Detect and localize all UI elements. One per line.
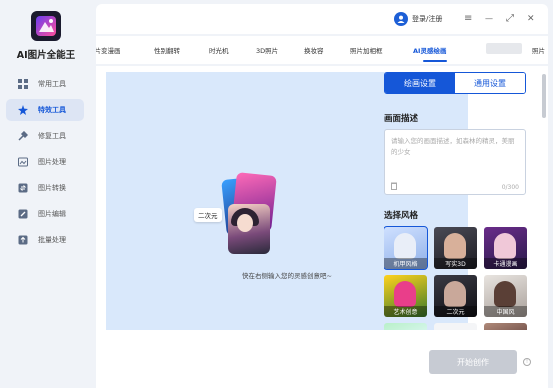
repair-icon (18, 131, 28, 141)
desc-title: 画面描述 (384, 114, 419, 124)
sample-face (237, 214, 253, 232)
style-option-mecha[interactable]: 机甲风格 (384, 226, 428, 270)
style-badge: 二次元 (194, 208, 222, 222)
tab-placeholder (486, 43, 522, 54)
tab-painting-settings[interactable]: 绘画设置 (385, 73, 455, 93)
feature-tabs: 照片变漫画 性别翻转 时光机 3D照片 换妆容 照片加相框 AI灵感绘画 照片 (96, 36, 548, 64)
tab-general-settings[interactable]: 通用设置 (455, 73, 525, 93)
menu-icon[interactable]: ≡ (464, 13, 472, 25)
login-button[interactable]: 登录/注册 (394, 12, 442, 26)
sample-image-stack: 二次元 (194, 172, 280, 254)
sidebar-item-effect-tools[interactable]: 特效工具 (6, 99, 84, 121)
tab-gender-swap[interactable]: 性别翻转 (154, 45, 180, 55)
sidebar-item-label: 常用工具 (38, 80, 66, 88)
sidebar-item-image-convert[interactable]: 图片转换 (6, 177, 84, 199)
login-label: 登录/注册 (412, 15, 443, 23)
style-option-art-creative[interactable]: 艺术创意 (384, 275, 427, 317)
style-option-more[interactable] (384, 323, 427, 330)
char-counter: 0/300 (501, 184, 519, 191)
close-icon[interactable]: ✕ (527, 13, 535, 25)
sidebar-item-image-process[interactable]: 图片处理 (6, 151, 84, 173)
tab-3d-photo[interactable]: 3D照片 (256, 45, 278, 55)
style-label: 中国风 (484, 306, 527, 317)
style-option-cartoon[interactable]: 卡通漫画 (484, 227, 527, 269)
grid-icon (18, 79, 28, 89)
user-avatar-icon (394, 12, 408, 26)
tab-more[interactable]: 照片 (532, 45, 545, 55)
style-option-realistic-3d[interactable]: 写实3D (434, 227, 477, 269)
footer-bar: 开始创作 ! (96, 338, 548, 388)
image-convert-icon (18, 183, 28, 193)
minimize-icon[interactable]: — (485, 13, 493, 25)
image-edit-icon (18, 209, 28, 219)
batch-upload-icon (18, 235, 28, 245)
image-process-icon (18, 157, 28, 167)
style-label: 二次元 (434, 306, 477, 317)
style-option-chinese[interactable]: 中国风 (484, 275, 527, 317)
settings-panel: 绘画设置 通用设置 画面描述 0/300 选择风格 机甲风格 写实3D 卡通漫画 (384, 72, 538, 330)
sidebar-item-label: 图片编辑 (38, 210, 66, 218)
app-title: AI图片全能王 (16, 50, 76, 61)
style-option-anime[interactable]: 二次元 (434, 275, 477, 317)
style-label: 卡通漫画 (484, 258, 527, 269)
sidebar-item-label: 批量处理 (38, 236, 66, 244)
sidebar-item-common-tools[interactable]: 常用工具 (6, 73, 84, 95)
style-label: 机甲风格 (384, 258, 427, 269)
sidebar: AI图片全能王 常用工具 特效工具 修复工具 图片处理 图片转换 图片编辑 批量 (0, 0, 92, 388)
tab-photo-frame[interactable]: 照片加相框 (350, 45, 383, 55)
title-bar: 登录/注册 ≡ — ⤢ ✕ (96, 4, 548, 34)
desc-input[interactable] (391, 136, 519, 174)
magic-wand-icon (18, 105, 28, 115)
tab-time-machine[interactable]: 时光机 (209, 45, 229, 55)
start-create-button[interactable]: 开始创作 (429, 350, 517, 374)
sidebar-item-label: 图片转换 (38, 184, 66, 192)
style-title: 选择风格 (384, 211, 419, 221)
sidebar-item-image-edit[interactable]: 图片编辑 (6, 203, 84, 225)
tab-photo-to-comic[interactable]: 照片变漫画 (96, 45, 121, 55)
sidebar-item-label: 修复工具 (38, 132, 66, 140)
tab-makeup[interactable]: 换妆容 (304, 45, 324, 55)
settings-tabs: 绘画设置 通用设置 (384, 72, 526, 94)
style-label: 艺术创意 (384, 306, 427, 317)
active-tab-indicator (423, 60, 447, 62)
style-option-more[interactable] (434, 323, 477, 330)
panel-scrollbar[interactable] (542, 74, 546, 118)
sidebar-nav: 常用工具 特效工具 修复工具 图片处理 图片转换 图片编辑 批量处理 (6, 73, 84, 255)
info-icon[interactable]: ! (523, 358, 531, 366)
app-logo (30, 10, 62, 42)
sidebar-item-batch[interactable]: 批量处理 (6, 229, 84, 251)
style-option-more[interactable] (484, 323, 527, 330)
clear-icon[interactable] (391, 182, 397, 190)
style-label: 写实3D (434, 258, 477, 269)
sidebar-item-label: 特效工具 (38, 106, 66, 114)
sidebar-item-repair-tools[interactable]: 修复工具 (6, 125, 84, 147)
maximize-icon[interactable]: ⤢ (506, 13, 514, 25)
tab-ai-painting[interactable]: AI灵感绘画 (413, 45, 446, 55)
sidebar-item-label: 图片处理 (38, 158, 66, 166)
desc-box: 0/300 (384, 129, 526, 195)
